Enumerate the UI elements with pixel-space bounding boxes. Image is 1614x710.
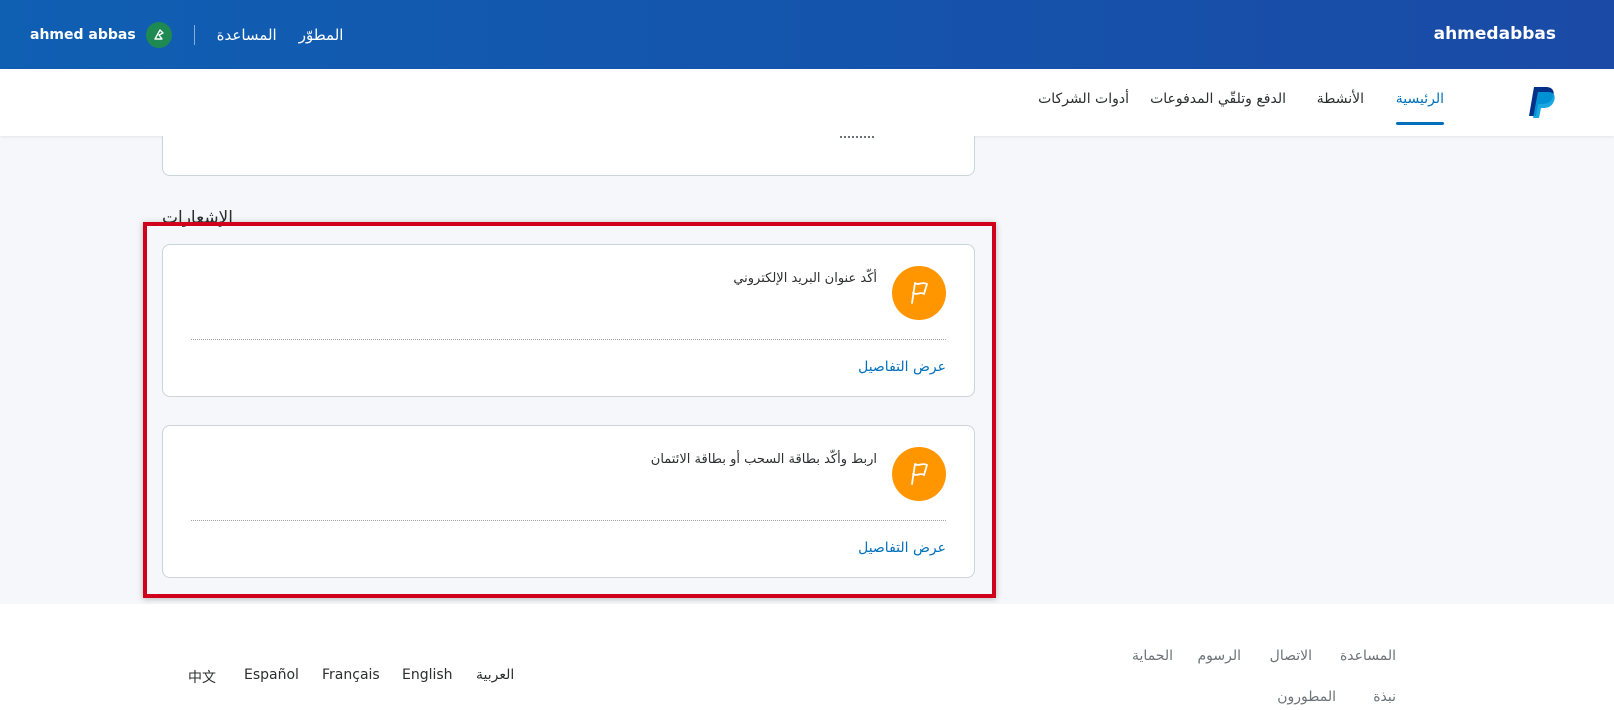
dotted-divider (191, 520, 946, 521)
notification-message: أكّد عنوان البريد الإلكتروني (733, 271, 877, 286)
main-nav: الرئيسية الأنشطة الدفع وتلقّي المدفوعات … (0, 69, 1614, 136)
help-link[interactable]: المساعدة (217, 26, 277, 44)
language-french[interactable]: Français (322, 667, 380, 683)
view-details-link[interactable]: عرض التفاصيل (858, 540, 946, 556)
top-nav: ahmed abbas المساعدة المطوّر (30, 22, 365, 48)
user-name[interactable]: ahmed abbas (30, 27, 136, 43)
cutoff-content (840, 130, 874, 138)
avatar[interactable] (145, 22, 172, 48)
tab-home[interactable]: الرئيسية (1395, 91, 1445, 125)
tab-payments[interactable]: الدفع وتلقّي المدفوعات (1150, 91, 1286, 125)
flag-icon (911, 282, 928, 304)
flag-icon (911, 463, 928, 485)
language-spanish[interactable]: Español (244, 667, 299, 683)
previous-card (162, 136, 975, 176)
footer: المساعدة الاتصال الرسوم الحماية نبذة الم… (0, 604, 1614, 710)
language-chinese[interactable]: 中文 (188, 667, 216, 687)
notification-message: اربط وأكّد بطاقة السحب أو بطاقة الائتمان (650, 452, 877, 467)
language-english[interactable]: English (402, 667, 453, 683)
profile-icon (153, 29, 164, 40)
flag-badge (892, 266, 946, 320)
footer-link-security[interactable]: الحماية (1132, 648, 1173, 664)
footer-link-fees[interactable]: الرسوم (1197, 648, 1241, 664)
footer-link-developers[interactable]: المطورون (1277, 689, 1336, 705)
paypal-logo-icon[interactable] (1526, 85, 1558, 119)
footer-link-contact[interactable]: الاتصال (1270, 648, 1312, 664)
tab-activity[interactable]: الأنشطة (1317, 91, 1364, 125)
top-bar: ahmedabbas ahmed abbas المساعدة المطوّر (0, 0, 1614, 69)
footer-link-about[interactable]: نبذة (1373, 689, 1396, 705)
view-details-link[interactable]: عرض التفاصيل (858, 359, 946, 375)
footer-link-help[interactable]: المساعدة (1340, 648, 1396, 664)
notification-card: أكّد عنوان البريد الإلكتروني عرض التفاصي… (162, 244, 975, 397)
language-arabic[interactable]: العربية (476, 667, 514, 683)
developer-link[interactable]: المطوّر (299, 26, 344, 44)
flag-badge (892, 447, 946, 501)
tab-business-tools[interactable]: أدوات الشركات (1038, 91, 1129, 125)
account-name[interactable]: ahmedabbas (1434, 24, 1556, 44)
divider (193, 25, 195, 45)
dotted-divider (191, 339, 946, 340)
notification-card: اربط وأكّد بطاقة السحب أو بطاقة الائتمان… (162, 425, 975, 578)
